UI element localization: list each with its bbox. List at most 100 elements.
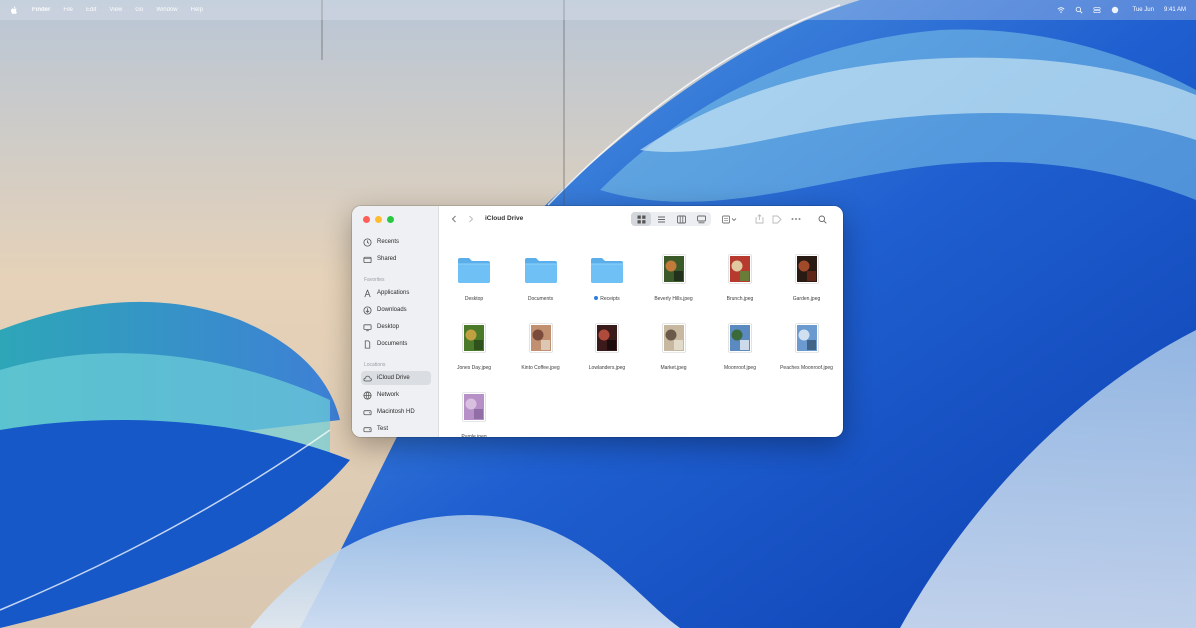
search-icon [818,215,827,224]
columns-icon [676,215,686,223]
file-item[interactable]: Moonroof.jpeg [707,315,773,375]
menu-time[interactable]: 9:41 AM [1164,7,1186,13]
file-item[interactable]: Garden.jpeg [774,246,840,306]
sidebar-item-applications[interactable]: Applications [363,286,433,300]
folder-icon [458,258,490,283]
menu-edit[interactable]: Edit [86,7,96,13]
close-button[interactable] [363,216,370,223]
file-name-text: Receipts [600,296,620,302]
desktop: Finder File Edit View Go Window Help Tue… [0,0,1196,628]
cloud-icon [363,374,372,383]
sidebar-item-icloud-drive[interactable]: iCloud Drive [361,371,431,385]
downloads-icon [363,305,372,315]
shared-folder-icon [363,255,372,264]
control-center-icon[interactable] [1092,6,1101,14]
search-icon[interactable] [1075,6,1083,14]
sidebar-item-label: Macintosh HD [377,409,415,415]
sidebar-item-shared[interactable]: Shared [363,252,433,266]
file-item[interactable]: Brunch.jpeg [707,246,773,306]
folder-icon [524,258,557,283]
list-icon [657,216,665,222]
sidebar-item-recents[interactable]: Recents [363,235,433,249]
status-area: Tue Jun 9:41 AM [1057,6,1186,14]
file-item[interactable]: Beverly Hills.jpeg [641,246,707,306]
file-item[interactable]: Documents [508,246,574,306]
menu-window[interactable]: Window [156,7,177,13]
file-item[interactable]: Jones Day.jpeg [441,315,507,375]
zoom-button[interactable] [387,216,394,223]
window-title: iCloud Drive [485,215,524,222]
tag-button[interactable] [772,214,782,224]
forward-button[interactable] [466,214,476,224]
sidebar-item-label: Shared [377,256,397,262]
toolbar: iCloud Drive [439,206,843,232]
finder-window: Recents Shared Favorites Applications Do… [352,206,843,437]
file-name: Jones Day.jpeg [441,365,507,371]
sidebar-item-network[interactable]: Network [363,388,433,402]
file-item[interactable]: Lowlanders.jpeg [574,315,640,375]
document-icon [363,339,372,349]
sidebar: Recents Shared Favorites Applications Do… [352,206,439,437]
file-name: Brunch.jpeg [707,296,773,302]
image-thumbnail-icon [728,323,752,353]
column-view-button[interactable] [671,212,691,226]
sidebar-section-locations: Locations [364,362,386,368]
file-name: Purple.jpeg [441,434,507,437]
user-icon[interactable] [1111,6,1119,14]
network-icon [363,390,372,400]
file-name-text: Purple.jpeg [461,434,487,437]
sidebar-item-macintosh-hd[interactable]: Macintosh HD [363,405,433,419]
wifi-icon[interactable] [1057,6,1065,14]
disk-icon [363,408,372,417]
file-name-text: Peaches Moonroof.jpeg [780,365,833,371]
minimize-button[interactable] [375,216,382,223]
apple-menu-icon[interactable] [10,6,18,15]
group-button[interactable] [721,214,737,224]
file-name: Desktop [441,296,507,302]
sidebar-item-desktop[interactable]: Desktop [363,320,433,334]
file-name-text: Lowlanders.jpeg [588,365,626,371]
sidebar-item-test[interactable]: Test [363,422,433,436]
back-button[interactable] [449,214,459,224]
file-item[interactable]: Desktop [441,246,507,306]
chevron-right-icon [469,215,474,223]
menu-bar: Finder File Edit View Go Window Help Tue… [0,0,1196,20]
sidebar-item-label: Network [377,392,400,398]
menu-date[interactable]: Tue Jun [1133,7,1154,13]
menu-help[interactable]: Help [191,7,203,13]
file-item[interactable]: Receipts [574,246,640,306]
list-view-button[interactable] [651,212,671,226]
image-thumbnail-icon [462,323,486,353]
group-icon [721,215,736,223]
menu-file[interactable]: File [63,7,73,13]
menu-go[interactable]: Go [135,7,143,13]
tag-dot-icon [594,296,599,300]
share-button[interactable] [754,214,764,224]
gallery-view-button[interactable] [691,212,711,226]
ellipsis-icon [791,218,801,220]
sidebar-item-label: Test [377,426,389,432]
menu-app-finder[interactable]: Finder [32,7,50,13]
file-item[interactable]: Kinto Coffee.jpeg [508,315,574,375]
file-item[interactable]: Market.jpeg [641,315,707,375]
search-button[interactable] [817,214,827,224]
disk-icon [363,425,372,434]
file-name-text: Moonroof.jpeg [724,365,756,371]
sidebar-item-downloads[interactable]: Downloads [363,303,433,317]
window-controls [363,216,394,223]
tag-icon [772,215,782,223]
image-thumbnail-icon [794,323,819,353]
sidebar-item-label: Documents [377,341,408,347]
icon-view-button[interactable] [631,212,651,226]
sidebar-item-label: Recents [377,239,400,245]
file-name-text: Market.jpeg [660,365,687,371]
image-thumbnail-icon [661,323,686,353]
image-thumbnail-icon [728,254,752,284]
file-name: Peaches Moonroof.jpeg [774,365,840,371]
file-name-text: Beverly Hills.jpeg [654,296,693,302]
menu-view[interactable]: View [109,7,122,13]
sidebar-item-documents[interactable]: Documents [363,337,433,351]
more-button[interactable] [791,214,801,224]
file-item[interactable]: Purple.jpeg [441,384,507,437]
file-item[interactable]: Peaches Moonroof.jpeg [774,315,840,375]
